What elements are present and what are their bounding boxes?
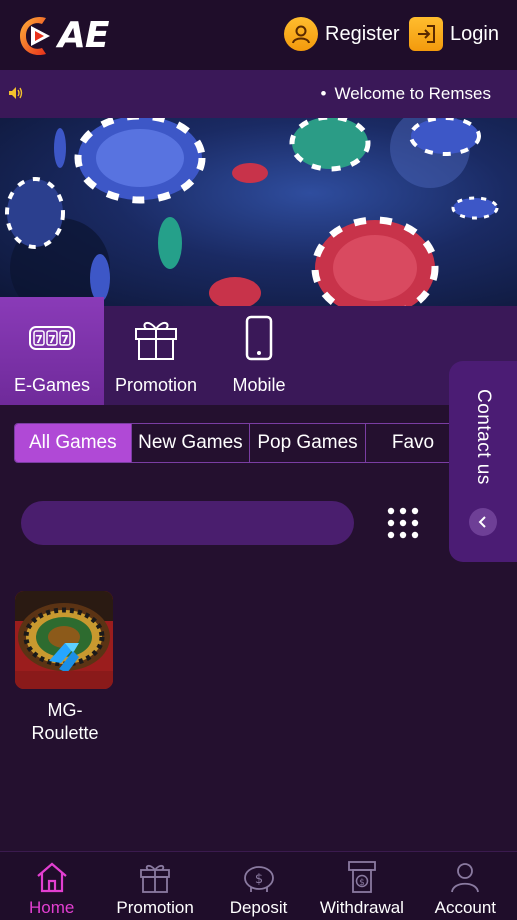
tab-all-games[interactable]: All Games xyxy=(15,424,132,462)
game-thumbnail xyxy=(15,591,113,689)
chevron-left-icon[interactable] xyxy=(469,508,497,536)
contact-us-label: Contact us xyxy=(473,389,494,485)
grid-view-icon[interactable] xyxy=(386,506,420,540)
nav-withdrawal[interactable]: $ Withdrawal xyxy=(310,852,413,920)
tab-new-games[interactable]: New Games xyxy=(132,424,251,462)
category-tabs: 7 7 7 E-Games Promotion Mobile xyxy=(0,297,517,405)
svg-text:$: $ xyxy=(359,878,365,888)
login-icon xyxy=(409,17,443,51)
mobile-phone-icon xyxy=(245,315,273,361)
piggy-bank-icon: $ xyxy=(241,859,277,895)
contact-us-tab[interactable]: Contact us xyxy=(449,361,517,562)
category-label: Mobile xyxy=(232,375,286,395)
slot-777-icon: 7 7 7 xyxy=(29,315,75,361)
nav-label: Withdrawal xyxy=(319,898,404,917)
category-label: E-Games xyxy=(13,375,91,395)
casino-chips-image xyxy=(5,118,499,306)
atm-withdraw-icon: $ xyxy=(345,859,379,895)
svg-text:7: 7 xyxy=(35,333,43,346)
speaker-icon xyxy=(9,87,23,99)
bottom-navigation: Home Promotion $ Deposit $ Withdrawal Ac… xyxy=(0,851,517,920)
nav-deposit[interactable]: $ Deposit xyxy=(207,852,310,920)
register-button[interactable]: Register xyxy=(284,17,399,51)
game-title-line: MG- xyxy=(47,700,83,720)
category-tab-e-games[interactable]: 7 7 7 E-Games xyxy=(0,297,104,405)
user-icon xyxy=(284,17,318,51)
top-header: AE Register Login xyxy=(0,0,517,70)
nav-label: Promotion xyxy=(116,898,194,917)
home-icon xyxy=(35,859,69,895)
svg-text:7: 7 xyxy=(48,333,56,346)
roulette-wheel-image xyxy=(15,591,113,689)
search-input[interactable] xyxy=(21,501,354,545)
svg-text:$: $ xyxy=(254,872,262,887)
nav-label: Deposit xyxy=(229,898,288,917)
tab-favorites[interactable]: Favo xyxy=(366,424,453,462)
nav-label: Account xyxy=(434,898,497,917)
logo-text: AE xyxy=(58,14,109,56)
gift-icon xyxy=(133,315,179,361)
game-title-line: Roulette xyxy=(31,723,99,743)
login-label: Login xyxy=(450,22,499,45)
register-label: Register xyxy=(325,22,400,45)
user-icon xyxy=(448,859,482,895)
brand-logo[interactable]: AE xyxy=(14,12,109,58)
svg-text:7: 7 xyxy=(61,333,69,346)
category-tab-mobile[interactable]: Mobile xyxy=(207,297,311,405)
announcement-bar: Welcome to Remses xyxy=(0,70,517,118)
logo-mark-icon xyxy=(20,16,50,56)
nav-home[interactable]: Home xyxy=(0,852,103,920)
announcement-text: Welcome to Remses xyxy=(321,84,491,104)
game-card[interactable]: MG- Roulette xyxy=(15,591,115,745)
nav-account[interactable]: Account xyxy=(414,852,517,920)
gift-icon xyxy=(138,859,172,895)
game-filter-tabs: All Games New Games Pop Games Favo xyxy=(14,423,454,463)
tab-pop-games[interactable]: Pop Games xyxy=(250,424,366,462)
login-button[interactable]: Login xyxy=(409,17,499,51)
hero-banner[interactable] xyxy=(0,118,517,306)
nav-label: Home xyxy=(29,898,75,917)
game-title: MG- Roulette xyxy=(15,699,115,745)
nav-promotion[interactable]: Promotion xyxy=(103,852,206,920)
category-label: Promotion xyxy=(114,375,198,395)
category-tab-promotion[interactable]: Promotion xyxy=(104,297,208,405)
